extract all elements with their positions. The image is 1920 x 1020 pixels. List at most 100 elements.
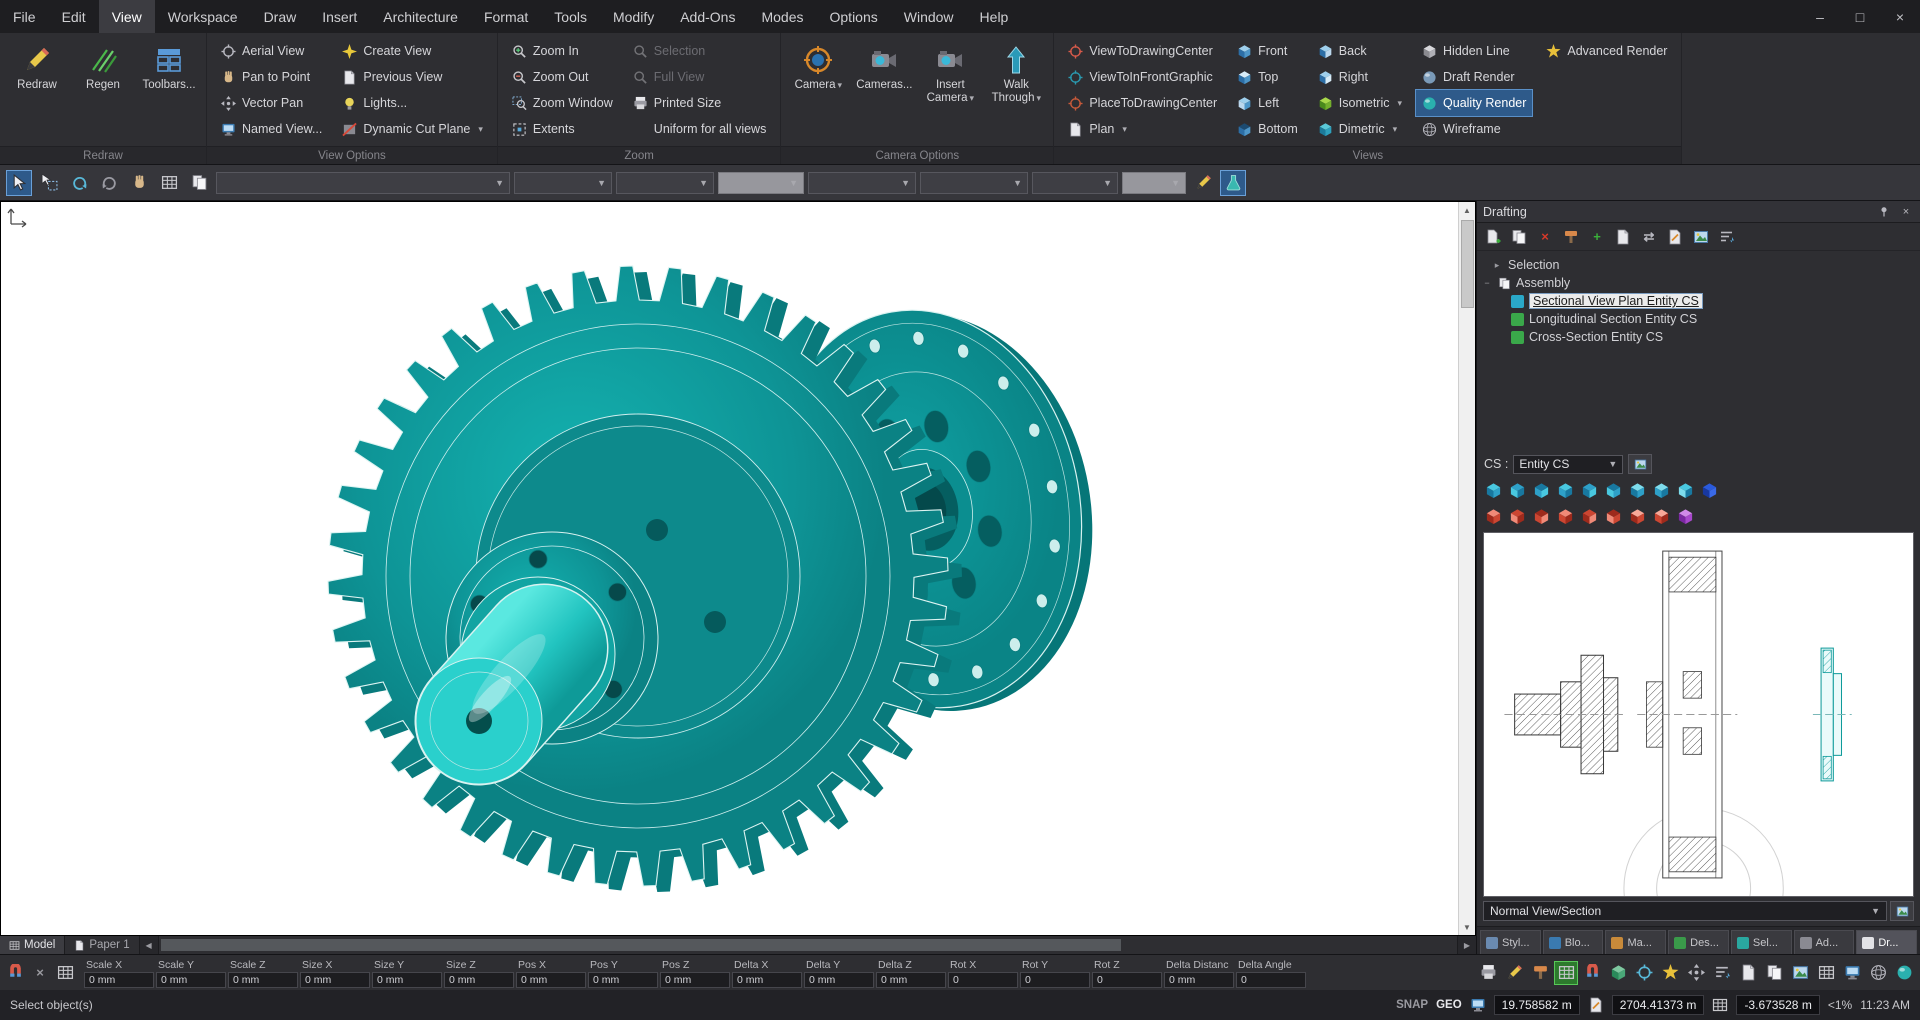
add-section-button[interactable]: +	[1586, 226, 1608, 248]
section-cube-bottom-button[interactable]	[1602, 505, 1624, 527]
pan-tool-button[interactable]	[126, 170, 152, 196]
redraw-button[interactable]: Redraw	[8, 38, 66, 138]
quality-render-button[interactable]: Quality Render	[1416, 90, 1532, 116]
view-cube-right-button[interactable]	[1554, 479, 1576, 501]
view-mode-dropdown[interactable]: Normal View/Section ▼	[1483, 901, 1887, 921]
undo-button[interactable]	[66, 170, 92, 196]
tree-item-sectional-view[interactable]: Sectional View Plan Entity CS	[1481, 292, 1916, 310]
redo-button[interactable]	[96, 170, 122, 196]
panel-tab-styles[interactable]: Styl...	[1480, 930, 1541, 954]
view-cube-iso-nw-button[interactable]	[1650, 479, 1672, 501]
menu-view[interactable]: View	[99, 0, 155, 33]
new-sheet-button[interactable]	[1612, 226, 1634, 248]
menu-draw[interactable]: Draw	[251, 0, 310, 33]
expander-icon[interactable]: ▸	[1491, 260, 1503, 271]
minimize-button[interactable]: –	[1800, 0, 1840, 33]
field-value[interactable]: 0 mm	[156, 972, 226, 988]
textstyle-combo[interactable]: ▼	[920, 172, 1028, 194]
sort-button[interactable]	[1716, 226, 1738, 248]
section-cube-top-button[interactable]	[1482, 505, 1504, 527]
track-toggle-button[interactable]	[1684, 961, 1708, 985]
polar-toggle-button[interactable]	[1632, 961, 1656, 985]
panel-tab-advanced[interactable]: Ad...	[1794, 930, 1855, 954]
menu-edit[interactable]: Edit	[49, 0, 99, 33]
panel-tab-drafting[interactable]: Dr...	[1856, 930, 1917, 954]
field-value[interactable]: 0 mm	[516, 972, 586, 988]
menu-insert[interactable]: Insert	[309, 0, 370, 33]
monitor-button[interactable]	[1840, 961, 1864, 985]
tree-item-assembly[interactable]: − Assembly	[1481, 274, 1916, 292]
select-tool-button[interactable]	[6, 170, 32, 196]
layer-combo[interactable]: ▼	[514, 172, 612, 194]
menu-tools[interactable]: Tools	[541, 0, 600, 33]
section-cube-iso-button[interactable]	[1626, 505, 1648, 527]
scrollbar-thumb[interactable]	[1461, 220, 1474, 308]
section-cube-back-button[interactable]	[1578, 505, 1600, 527]
draft-render-button[interactable]: Draft Render	[1416, 64, 1532, 90]
tree-item-selection[interactable]: ▸ Selection	[1481, 256, 1916, 274]
field-value[interactable]: 0	[948, 972, 1018, 988]
advanced-render-button[interactable]: Advanced Render	[1540, 38, 1673, 64]
render-button[interactable]	[1892, 961, 1916, 985]
canvas-vertical-scrollbar[interactable]: ▲ ▼	[1458, 202, 1475, 935]
sheet-scroll-left-arrow[interactable]: ◀	[140, 936, 158, 954]
camera-button[interactable]: Camera▾	[789, 38, 847, 138]
field-value[interactable]: 0	[1092, 972, 1162, 988]
panel-tab-design[interactable]: Des...	[1668, 930, 1729, 954]
regen-button[interactable]: Regen	[74, 38, 132, 138]
image-button[interactable]	[1690, 226, 1712, 248]
pencil-icon[interactable]	[1588, 997, 1604, 1013]
view-cube-iso-sw-button[interactable]	[1698, 479, 1720, 501]
canvas-horizontal-scrollbar[interactable]	[158, 936, 1458, 954]
section-cube-left-button[interactable]	[1530, 505, 1552, 527]
panel-tab-materials[interactable]: Ma...	[1605, 930, 1666, 954]
linetype-combo[interactable]: ▼	[718, 172, 804, 194]
pan-to-point-button[interactable]: Pan to Point	[215, 64, 328, 90]
copy-button[interactable]	[1762, 961, 1786, 985]
field-value[interactable]: 0 mm	[588, 972, 658, 988]
snap-settings-button[interactable]	[4, 962, 26, 984]
field-value[interactable]: 0 mm	[372, 972, 442, 988]
dynamic-cut-plane-button[interactable]: Dynamic Cut Plane▾	[336, 116, 489, 142]
color-combo[interactable]: ▼	[616, 172, 714, 194]
zoom-window-button[interactable]: Zoom Window	[506, 90, 619, 116]
field-value[interactable]: 0 mm	[300, 972, 370, 988]
menu-modify[interactable]: Modify	[600, 0, 667, 33]
view-to-in-front-graphic-button[interactable]: ViewToInFrontGraphic	[1062, 64, 1223, 90]
tab-model[interactable]: Model	[0, 936, 65, 954]
back-view-button[interactable]: Back	[1312, 38, 1408, 64]
main-canvas[interactable]: ▲ ▼	[0, 201, 1476, 936]
field-value[interactable]: 0 mm	[660, 972, 730, 988]
menu-help[interactable]: Help	[967, 0, 1022, 33]
right-view-button[interactable]: Right	[1312, 64, 1408, 90]
create-view-button[interactable]: Create View	[336, 38, 489, 64]
section-cube-iso2-button[interactable]	[1650, 505, 1672, 527]
menu-file[interactable]: File	[0, 0, 49, 33]
style-combo[interactable]: ▼	[216, 172, 510, 194]
lineweight-combo[interactable]: ▼	[808, 172, 916, 194]
plan-button[interactable]: Plan▾	[1062, 116, 1223, 142]
view-cube-iso-se-button[interactable]	[1674, 479, 1696, 501]
scroll-up-arrow[interactable]: ▲	[1459, 202, 1476, 218]
select-window-tool-button[interactable]	[36, 170, 62, 196]
zoom-in-button[interactable]: Zoom In	[506, 38, 619, 64]
vector-pan-button[interactable]: Vector Pan	[215, 90, 328, 116]
field-value[interactable]: 0 mm	[1164, 972, 1234, 988]
grid-toggle-button[interactable]	[1554, 961, 1578, 985]
dimetric-view-button[interactable]: Dimetric▾	[1312, 116, 1408, 142]
swap-views-button[interactable]: ⇄	[1638, 226, 1660, 248]
sheet-scroll-right-arrow[interactable]: ▶	[1458, 936, 1476, 954]
monitor-icon[interactable]	[1470, 997, 1486, 1013]
field-value[interactable]: 0	[1236, 972, 1306, 988]
printed-size-button[interactable]: Printed Size	[627, 90, 773, 116]
edit-pencil-button[interactable]	[1190, 170, 1216, 196]
esnap-toggle-button[interactable]	[1658, 961, 1682, 985]
hidden-line-button[interactable]: Hidden Line	[1416, 38, 1532, 64]
cs-dropdown[interactable]: Entity CS ▼	[1513, 455, 1623, 474]
menu-window[interactable]: Window	[891, 0, 967, 33]
snap-toggle[interactable]: SNAP	[1396, 999, 1428, 1011]
field-value[interactable]: 0 mm	[84, 972, 154, 988]
dimstyle-combo[interactable]: ▼	[1032, 172, 1118, 194]
previous-view-button[interactable]: Previous View	[336, 64, 489, 90]
named-view-button[interactable]: Named View...	[215, 116, 328, 142]
